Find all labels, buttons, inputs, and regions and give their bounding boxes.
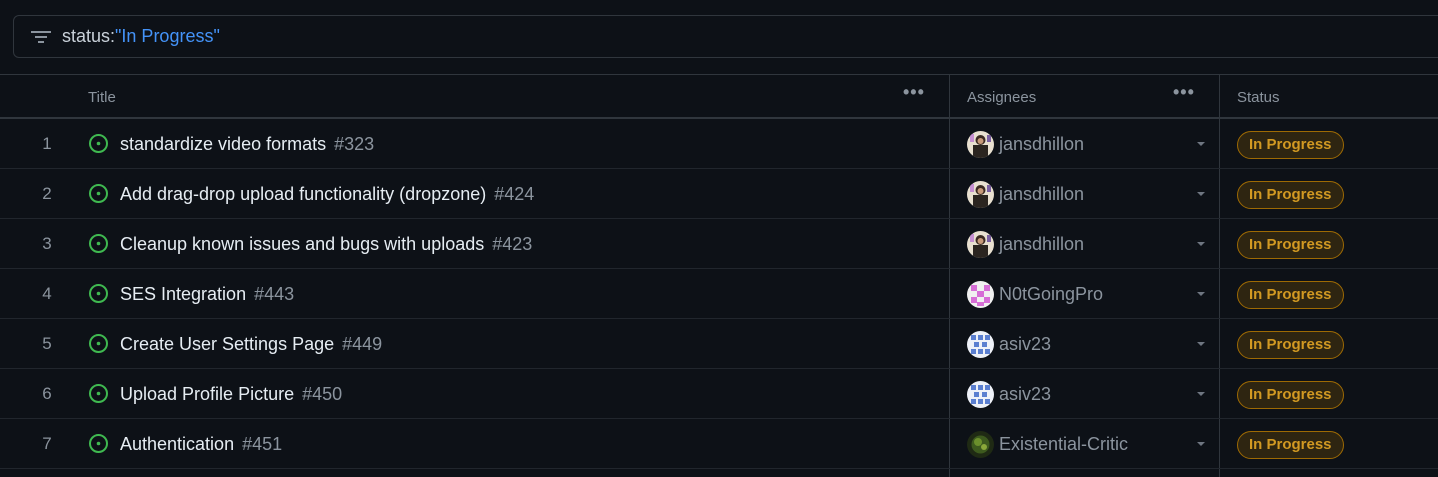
filter-key: status: xyxy=(62,26,116,46)
table-row[interactable]: 4 SES Integration #443 N0tGoingPro In Progre… xyxy=(0,269,1438,319)
title-column-menu-button[interactable]: ••• xyxy=(903,83,925,101)
issue-number: #424 xyxy=(494,184,535,204)
open-issue-icon xyxy=(89,134,108,153)
issue-title-cell: Cleanup known issues and bugs with uploa… xyxy=(120,219,532,269)
issue-number: #451 xyxy=(242,434,283,454)
avatar[interactable] xyxy=(967,431,994,458)
assignee-name[interactable]: asiv23 xyxy=(999,369,1051,419)
column-header-assignees[interactable]: Assignees xyxy=(967,75,1036,118)
issue-title-cell: Create User Settings Page #449 xyxy=(120,319,382,369)
issue-title-cell: SES Integration #443 xyxy=(120,269,294,319)
chevron-down-icon[interactable] xyxy=(1197,142,1205,146)
table-row[interactable]: 3 Cleanup known issues and bugs with uplo… xyxy=(0,219,1438,269)
column-header-title[interactable]: Title xyxy=(88,75,116,118)
chevron-down-icon[interactable] xyxy=(1197,392,1205,396)
row-number: 2 xyxy=(42,184,52,203)
filter-icon xyxy=(31,31,51,43)
avatar[interactable] xyxy=(967,281,994,308)
filter-query[interactable]: status:"In Progress" xyxy=(62,26,220,47)
chevron-down-icon[interactable] xyxy=(1197,442,1205,446)
row-number: 3 xyxy=(42,234,52,253)
issue-title-link[interactable]: Upload Profile Picture xyxy=(120,384,294,404)
avatar[interactable] xyxy=(967,331,994,358)
status-badge[interactable]: In Progress xyxy=(1237,331,1344,359)
assignee-name[interactable]: jansdhillon xyxy=(999,169,1084,219)
issue-number: #449 xyxy=(342,334,383,354)
status-badge[interactable]: In Progress xyxy=(1237,131,1344,159)
avatar[interactable] xyxy=(967,181,994,208)
filter-bar[interactable]: status:"In Progress" xyxy=(13,15,1438,58)
issue-title-link[interactable]: Authentication xyxy=(120,434,234,454)
column-header-status[interactable]: Status xyxy=(1237,75,1280,118)
chevron-down-icon[interactable] xyxy=(1197,192,1205,196)
assignee-name[interactable]: jansdhillon xyxy=(999,119,1084,169)
table-row[interactable]: 6 Upload Profile Picture #450 asiv23 In Prog… xyxy=(0,369,1438,419)
row-number: 7 xyxy=(42,434,52,453)
issue-title-link[interactable]: Add drag-drop upload functionality (drop… xyxy=(120,184,486,204)
table-row[interactable]: 1 standardize video formats #323 jansdhillo… xyxy=(0,119,1438,169)
chevron-down-icon[interactable] xyxy=(1197,242,1205,246)
status-badge[interactable]: In Progress xyxy=(1237,231,1344,259)
issue-title-link[interactable]: SES Integration xyxy=(120,284,246,304)
issue-title-cell: Upload Profile Picture #450 xyxy=(120,369,342,419)
row-number: 1 xyxy=(42,134,52,153)
table-row[interactable]: 2 Add drag-drop upload functionality (dro… xyxy=(0,169,1438,219)
avatar[interactable] xyxy=(967,231,994,258)
status-badge[interactable]: In Progress xyxy=(1237,181,1344,209)
assignee-name[interactable]: N0tGoingPro xyxy=(999,269,1103,319)
open-issue-icon xyxy=(89,434,108,453)
issue-number: #423 xyxy=(492,234,533,254)
avatar[interactable] xyxy=(967,381,994,408)
row-number: 5 xyxy=(42,334,52,353)
status-badge[interactable]: In Progress xyxy=(1237,431,1344,459)
avatar[interactable] xyxy=(967,131,994,158)
issue-title-link[interactable]: Create User Settings Page xyxy=(120,334,334,354)
assignee-name[interactable]: asiv23 xyxy=(999,319,1051,369)
issue-title-cell: Add drag-drop upload functionality (drop… xyxy=(120,169,534,219)
open-issue-icon xyxy=(89,184,108,203)
row-number: 4 xyxy=(42,284,52,303)
open-issue-icon xyxy=(89,284,108,303)
issue-number: #450 xyxy=(302,384,343,404)
issue-title-link[interactable]: standardize video formats xyxy=(120,134,326,154)
open-issue-icon xyxy=(89,384,108,403)
issue-number: #443 xyxy=(254,284,295,304)
chevron-down-icon[interactable] xyxy=(1197,342,1205,346)
issue-title-link[interactable]: Cleanup known issues and bugs with uploa… xyxy=(120,234,484,254)
issue-title-cell: Authentication #451 xyxy=(120,419,282,469)
status-badge[interactable]: In Progress xyxy=(1237,281,1344,309)
issue-title-cell: standardize video formats #323 xyxy=(120,119,374,169)
table-row[interactable]: 5 Create User Settings Page #449 asiv23 In P… xyxy=(0,319,1438,369)
filter-value: "In Progress" xyxy=(115,26,220,46)
assignee-name[interactable]: jansdhillon xyxy=(999,219,1084,269)
chevron-down-icon[interactable] xyxy=(1197,292,1205,296)
assignees-column-menu-button[interactable]: ••• xyxy=(1173,83,1195,101)
table-row[interactable]: 7 Authentication #451 Existential-Critic In … xyxy=(0,419,1438,469)
assignee-name[interactable]: Existential-Critic xyxy=(999,419,1128,469)
open-issue-icon xyxy=(89,234,108,253)
status-badge[interactable]: In Progress xyxy=(1237,381,1344,409)
issue-number: #323 xyxy=(334,134,375,154)
row-number: 6 xyxy=(42,384,52,403)
table-header: Title ••• Assignees ••• Status xyxy=(0,74,1438,119)
open-issue-icon xyxy=(89,334,108,353)
